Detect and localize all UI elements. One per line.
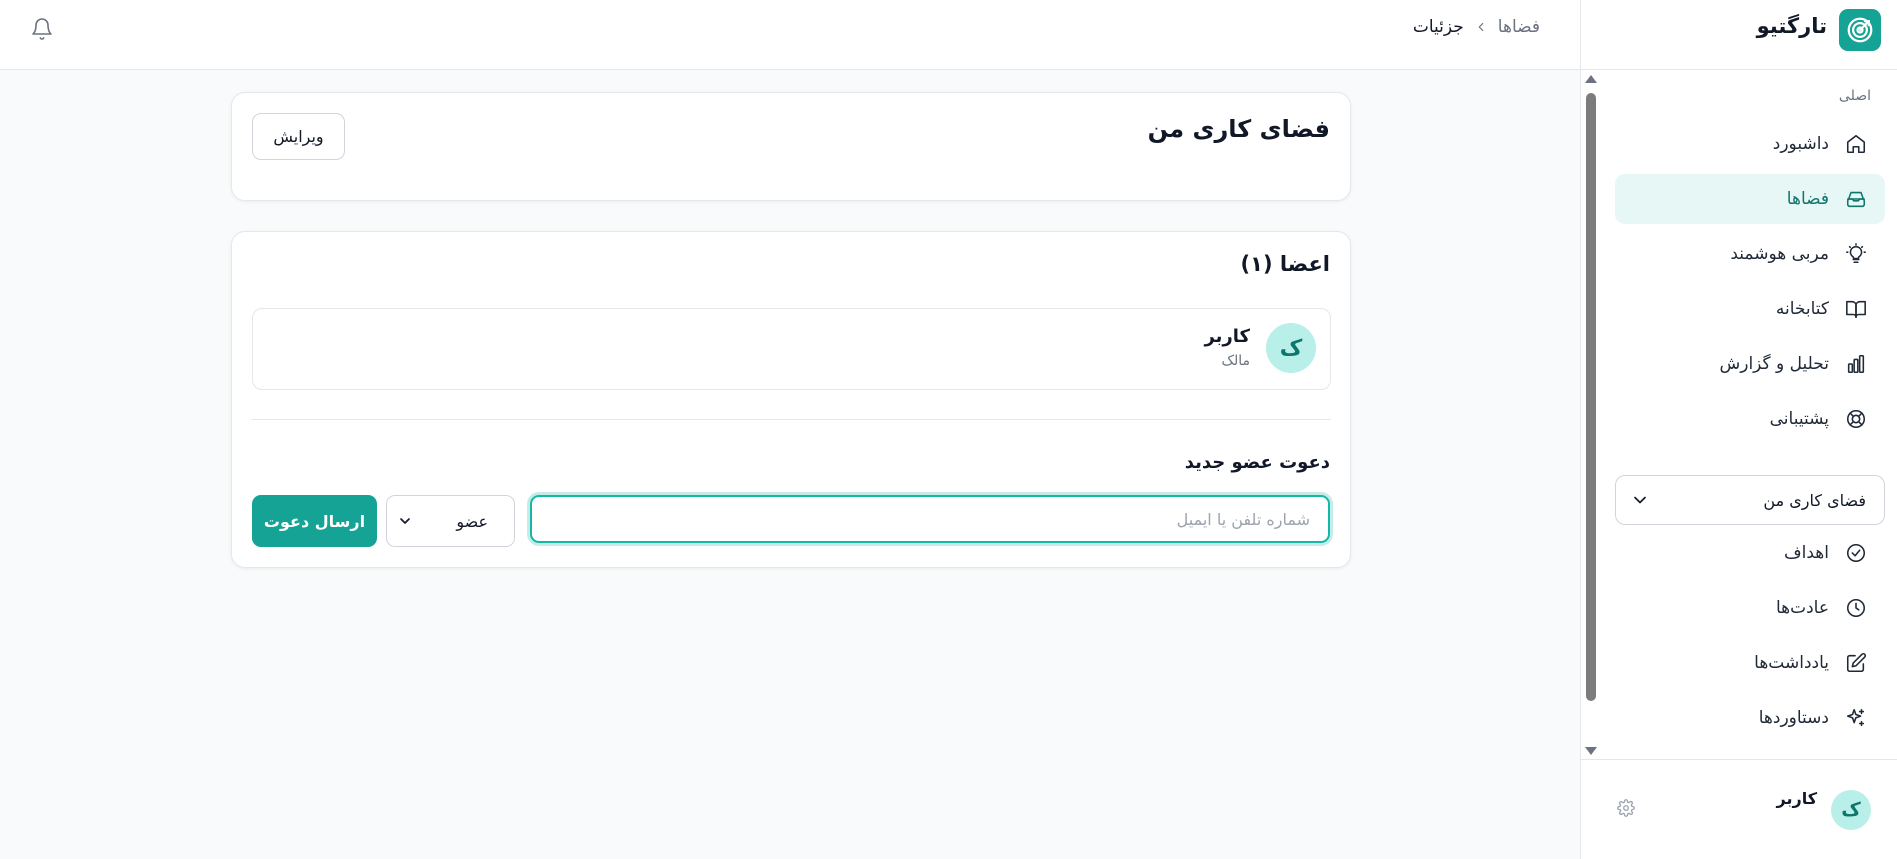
edit-icon (1843, 650, 1869, 676)
lightbulb-icon (1843, 241, 1869, 267)
invite-contact-input[interactable] (530, 495, 1330, 543)
brand: تارگتیو (1581, 0, 1897, 70)
sidebar-item-label: کتابخانه (1775, 299, 1829, 319)
sidebar-item-label: اهداف (1784, 543, 1829, 563)
chevron-left-icon (1474, 20, 1488, 34)
user-name: کاربر (1776, 789, 1817, 808)
sidebar-item-smart-coach[interactable]: مربی هوشمند (1615, 229, 1885, 279)
sidebar-item-label: عادت‌ها (1775, 598, 1829, 618)
edit-button[interactable]: ویرایش (252, 113, 345, 160)
workspace-select-label: فضای کاری من (1763, 490, 1866, 510)
sidebar-item-library[interactable]: کتابخانه (1615, 284, 1885, 334)
check-circle-icon (1843, 540, 1869, 566)
target-logo-icon (1839, 9, 1881, 51)
workspace-select[interactable]: فضای کاری من (1615, 475, 1885, 525)
sidebar-item-notes[interactable]: یادداشت‌ها (1615, 638, 1885, 688)
sidebar: تارگتیو اصلی داشبورد فضاها مربی هوشمند ک… (1580, 0, 1897, 859)
gear-icon[interactable] (1617, 799, 1637, 819)
sidebar-item-label: فضاها (1786, 189, 1829, 209)
workspace-card: فضای کاری من ویرایش (231, 92, 1351, 201)
sidebar-item-label: مربی هوشمند (1730, 244, 1829, 264)
home-icon (1843, 131, 1869, 157)
lifebuoy-icon (1843, 406, 1869, 432)
avatar: ک (1266, 323, 1316, 373)
book-icon (1843, 296, 1869, 322)
chevron-down-icon (397, 513, 413, 529)
breadcrumb-spaces-link[interactable]: فضاها (1498, 17, 1540, 37)
chevron-down-icon (1630, 490, 1650, 510)
sidebar-item-label: داشبورد (1772, 134, 1829, 154)
inbox-icon (1843, 186, 1869, 212)
scroll-up-arrow-icon[interactable] (1585, 75, 1597, 83)
page-title: فضای کاری من (1147, 115, 1330, 143)
sidebar-item-label: تحلیل و گزارش (1719, 354, 1829, 374)
sidebar-item-label: یادداشت‌ها (1754, 653, 1829, 673)
clock-icon (1843, 595, 1869, 621)
scrollbar-thumb[interactable] (1586, 93, 1596, 701)
sidebar-item-achievements[interactable]: دستاوردها (1615, 693, 1885, 743)
members-title: اعضا (۱) (1240, 252, 1330, 276)
sidebar-item-dashboard[interactable]: داشبورد (1615, 119, 1885, 169)
avatar[interactable]: ک (1831, 790, 1871, 830)
section-label-main: اصلی (1838, 88, 1871, 104)
send-invite-button[interactable]: ارسال دعوت (252, 495, 377, 547)
members-card: اعضا (۱) ک کاربر مالک دعوت عضو جدید عضو … (231, 231, 1351, 568)
bell-icon[interactable] (30, 17, 54, 41)
brand-name: تارگتیو (1756, 14, 1827, 38)
sidebar-item-label: پشتیبانی (1769, 409, 1829, 429)
user-footer: ک کاربر (1581, 759, 1897, 859)
role-select[interactable]: عضو (386, 495, 515, 547)
breadcrumb: فضاها جزئیات (1413, 17, 1540, 37)
sidebar-scrollbar[interactable] (1583, 75, 1597, 755)
breadcrumb-current: جزئیات (1412, 17, 1464, 37)
member-name: کاربر (1204, 326, 1250, 347)
sidebar-item-habits[interactable]: عادت‌ها (1615, 583, 1885, 633)
sidebar-item-spaces[interactable]: فضاها (1615, 174, 1885, 224)
member-role: مالک (1221, 353, 1250, 369)
divider (252, 419, 1331, 420)
sidebar-item-label: دستاوردها (1758, 708, 1829, 728)
scroll-down-arrow-icon[interactable] (1585, 747, 1597, 755)
top-header: فضاها جزئیات (0, 0, 1580, 70)
bar-chart-icon (1843, 351, 1869, 377)
sidebar-item-analytics[interactable]: تحلیل و گزارش (1615, 339, 1885, 389)
role-select-value: عضو (456, 511, 488, 531)
list-item: ک کاربر مالک (252, 308, 1331, 390)
sidebar-item-goals[interactable]: اهداف (1615, 528, 1885, 578)
sidebar-item-support[interactable]: پشتیبانی (1615, 394, 1885, 444)
sparkles-icon (1843, 705, 1869, 731)
invite-title: دعوت عضو جدید (1184, 452, 1330, 473)
